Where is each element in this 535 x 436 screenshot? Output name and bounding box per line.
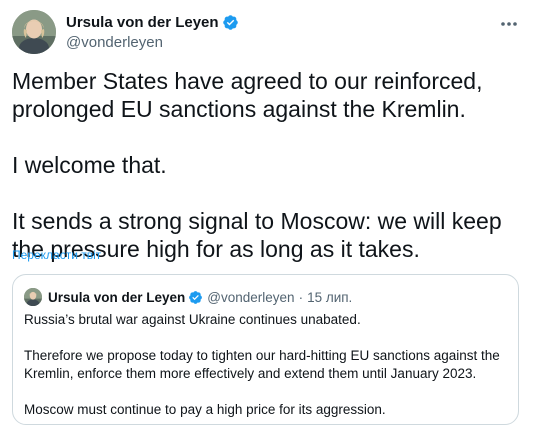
quoted-author-handle[interactable]: @vonderleyen: [207, 290, 294, 305]
quoted-tweet-timestamp[interactable]: 15 лип.: [307, 290, 352, 305]
translate-tweet-link[interactable]: Перекласти твіт: [12, 248, 101, 262]
more-options-button[interactable]: [499, 16, 519, 32]
quoted-author-avatar[interactable]: [24, 288, 42, 306]
quoted-text-paragraph: Moscow must continue to pay a high price…: [24, 402, 386, 417]
verified-badge-icon: [188, 290, 203, 305]
separator-dot: ·: [298, 289, 304, 305]
quoted-author-name[interactable]: Ursula von der Leyen: [48, 290, 185, 305]
author-name-row: Ursula von der Leyen: [66, 13, 239, 32]
quoted-text-paragraph: Russia’s brutal war against Ukraine cont…: [24, 312, 361, 327]
quoted-tweet-text: Russia’s brutal war against Ukraine cont…: [24, 311, 512, 419]
author-handle[interactable]: @vonderleyen: [66, 34, 239, 51]
author-info: Ursula von der Leyen @vonderleyen: [66, 13, 239, 51]
tweet-text-paragraph: I welcome that.: [12, 152, 167, 178]
author-name[interactable]: Ursula von der Leyen: [66, 14, 219, 31]
quoted-tweet-header: Ursula von der Leyen @vonderleyen · 15 л…: [24, 287, 352, 307]
verified-badge-icon: [222, 14, 239, 31]
tweet: Ursula von der Leyen @vonderleyen Member…: [0, 0, 535, 436]
tweet-text-paragraph: Member States have agreed to our reinfor…: [12, 68, 483, 122]
tweet-text: Member States have agreed to our reinfor…: [12, 67, 527, 263]
more-dots-icon: [499, 19, 519, 36]
quoted-text-paragraph: Therefore we propose today to tighten ou…: [24, 348, 500, 381]
author-avatar[interactable]: [12, 10, 56, 54]
quoted-tweet[interactable]: Ursula von der Leyen @vonderleyen · 15 л…: [12, 274, 519, 425]
tweet-header: Ursula von der Leyen @vonderleyen: [12, 10, 523, 58]
